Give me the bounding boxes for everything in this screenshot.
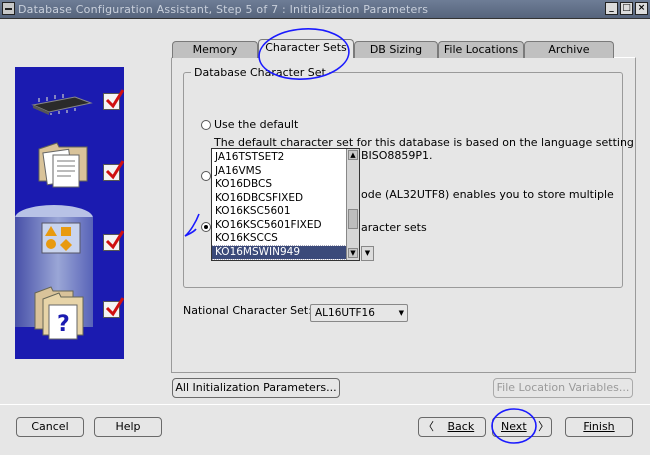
choose-charset-radio[interactable] xyxy=(201,222,211,232)
tab-character-sets[interactable]: Character Sets xyxy=(258,39,354,58)
list-item-selected[interactable]: KO16MSWIN949 xyxy=(212,244,347,260)
tab-archive[interactable]: Archive xyxy=(524,41,614,58)
tab-db-sizing[interactable]: DB Sizing xyxy=(354,41,438,58)
charset-dropdown-list[interactable]: JA16TSTSET2 JA16VMS KO16DBCS KO16DBCSFIX… xyxy=(211,148,360,261)
list-scrollbar[interactable]: ▲ ▼ xyxy=(346,149,359,260)
folders-help-icon: ? xyxy=(34,286,84,340)
list-item[interactable]: KO16DBCSFIXED xyxy=(212,192,346,206)
wizard-progress-panel: ? xyxy=(15,67,124,359)
memory-chip-icon xyxy=(31,94,93,115)
all-init-params-button[interactable]: All Initialization Parameters... xyxy=(172,378,340,398)
close-button[interactable]: × xyxy=(635,2,648,15)
documents-icon xyxy=(38,142,88,188)
unicode-description-tail: ode (AL32UTF8) enables you to store mult… xyxy=(361,188,614,201)
choose-charset-label-tail: aracter sets xyxy=(361,221,427,234)
national-charset-value: AL16UTF16 xyxy=(315,307,375,319)
next-chevron-icon: 〉 xyxy=(538,420,550,433)
next-button[interactable]: Next 〉 xyxy=(492,417,552,437)
scroll-down-arrow-icon[interactable]: ▼ xyxy=(348,248,358,258)
list-item[interactable]: KO16KSC5601FIXED xyxy=(212,219,346,233)
step-2-checkbox xyxy=(103,160,124,181)
list-item[interactable]: KO16KSC5601 xyxy=(212,205,346,219)
charset-dropdown-arrow-icon[interactable]: ▼ xyxy=(361,246,374,261)
file-location-variables-button[interactable]: File Location Variables... xyxy=(493,378,633,398)
list-item[interactable]: JA16TSTSET2 xyxy=(212,151,346,165)
tab-file-locations[interactable]: File Locations xyxy=(438,41,524,58)
scroll-thumb[interactable] xyxy=(348,209,358,229)
use-unicode-radio[interactable] xyxy=(201,171,211,181)
list-item[interactable]: KO16DBCS xyxy=(212,178,346,192)
national-charset-label: National Character Set: xyxy=(183,304,312,317)
back-button[interactable]: 〈 Back xyxy=(418,417,486,437)
use-default-radio[interactable] xyxy=(201,120,211,130)
shapes-icon xyxy=(41,222,81,254)
list-item[interactable]: KO16KSCCS xyxy=(212,232,346,246)
list-item[interactable]: JA16VMS xyxy=(212,165,346,179)
use-default-label: Use the default xyxy=(214,118,299,131)
step-4-checkbox xyxy=(103,297,124,318)
back-chevron-icon: 〈 xyxy=(423,420,434,433)
national-charset-select[interactable]: AL16UTF16 ▼ xyxy=(310,304,408,322)
chevron-down-icon: ▼ xyxy=(398,309,404,317)
svg-text:?: ? xyxy=(57,312,70,337)
help-button[interactable]: Help xyxy=(94,417,162,437)
window-title: Database Configuration Assistant, Step 5… xyxy=(18,3,429,16)
group-label: Database Character Set xyxy=(191,66,329,79)
default-description-tail: BISO8859P1. xyxy=(361,149,433,162)
step-1-checkbox xyxy=(103,89,124,110)
footer-separator xyxy=(0,404,650,405)
back-label: Back xyxy=(447,420,475,433)
finish-label: Finish xyxy=(583,420,615,433)
step-3-checkbox xyxy=(103,230,124,251)
next-label: Next xyxy=(501,420,527,433)
minimize-button[interactable]: _ xyxy=(605,2,618,15)
title-bar: Database Configuration Assistant, Step 5… xyxy=(0,0,650,19)
maximize-button[interactable]: □ xyxy=(620,2,633,15)
window-menu-icon[interactable] xyxy=(2,2,15,15)
tab-memory[interactable]: Memory xyxy=(172,41,258,58)
finish-button[interactable]: Finish xyxy=(565,417,633,437)
scroll-up-arrow-icon[interactable]: ▲ xyxy=(348,150,358,160)
cancel-button[interactable]: Cancel xyxy=(16,417,84,437)
